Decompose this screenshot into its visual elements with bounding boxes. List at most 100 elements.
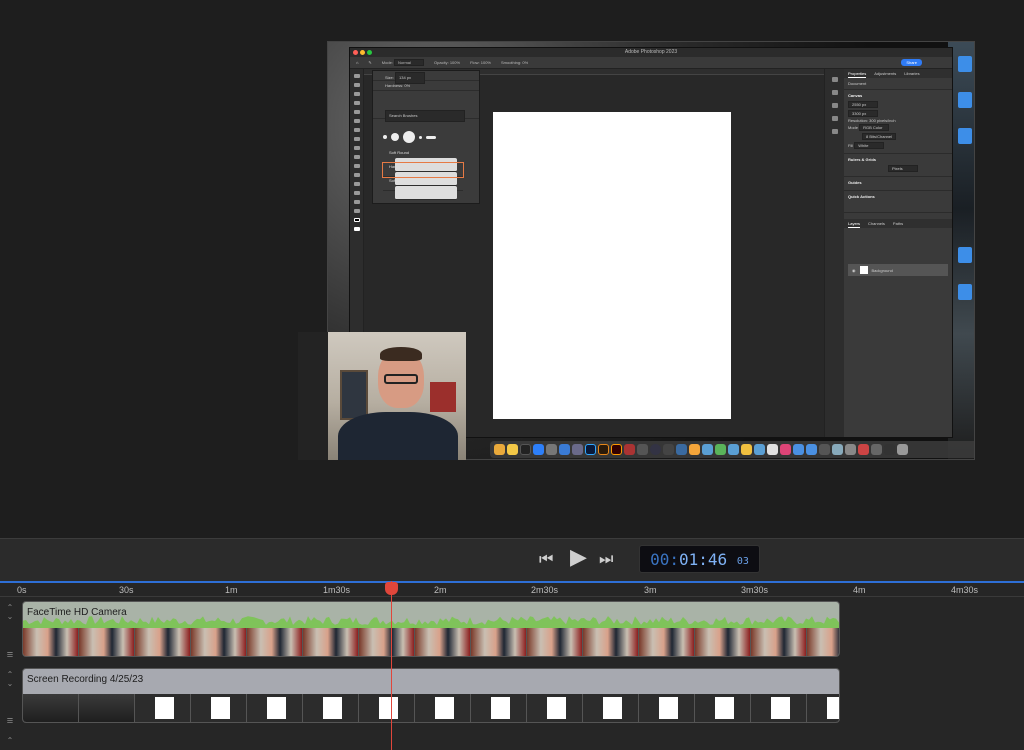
video-preview[interactable]: Adobe Photoshop 2023 ⌂ ✎ Mode: Normal Op… [0, 0, 1024, 538]
canvas-width-field[interactable]: 2550 px [848, 101, 878, 108]
app-icon[interactable] [806, 444, 817, 455]
playhead-line[interactable] [391, 581, 392, 750]
brush-item[interactable]: Soft Round [383, 149, 463, 172]
comments-icon[interactable] [831, 90, 838, 95]
tab-paths[interactable]: Paths [893, 219, 903, 228]
adjustments-icon[interactable] [831, 103, 838, 108]
brush-tip-icon[interactable] [426, 135, 436, 139]
zoom-window-icon[interactable] [367, 50, 372, 55]
trash-icon[interactable] [897, 444, 908, 455]
help-icon[interactable] [663, 444, 674, 455]
paragraph-icon[interactable] [831, 116, 838, 121]
app-icon[interactable] [559, 444, 570, 455]
healing-tool-icon[interactable] [353, 119, 360, 123]
flow-field[interactable]: 100% [481, 60, 491, 65]
app-icon[interactable] [572, 444, 583, 455]
app-icon[interactable] [871, 444, 882, 455]
app-icon[interactable] [819, 444, 830, 455]
app-icon[interactable] [767, 444, 778, 455]
app-icon[interactable] [780, 444, 791, 455]
brush-search-input[interactable]: Search Brushes [385, 110, 465, 122]
app-icon[interactable] [858, 444, 869, 455]
brush-tip-icon[interactable] [383, 135, 387, 139]
brush-tip-icon[interactable] [391, 133, 399, 141]
folder-icon[interactable] [728, 444, 739, 455]
bridge-app-icon[interactable] [598, 444, 609, 455]
hand-tool-icon[interactable] [353, 200, 360, 204]
app-icon[interactable] [832, 444, 843, 455]
character-icon[interactable] [831, 129, 838, 134]
tab-layers[interactable]: Layers [848, 219, 861, 228]
tab-properties[interactable]: Properties [848, 69, 867, 78]
move-tool-icon[interactable] [353, 74, 360, 78]
gradient-tool-icon[interactable] [353, 155, 360, 159]
screen-recording-clip[interactable]: Screen Recording 4/25/23 [22, 668, 840, 723]
fill-select[interactable]: White [854, 142, 885, 149]
app-icon[interactable] [624, 444, 635, 455]
track-1-reorder-handle[interactable]: ⌃ ⌄ [0, 603, 20, 621]
brush-item[interactable]: Soft Round Pres... [383, 177, 463, 200]
tab-channels[interactable]: Channels [868, 219, 885, 228]
folder-icon[interactable] [741, 444, 752, 455]
tab-libraries[interactable]: Libraries [904, 69, 919, 78]
share-button[interactable]: Share [901, 59, 922, 66]
track-2-reorder-handle[interactable]: ⌃ ⌄ [0, 670, 20, 688]
notes-app-icon[interactable] [507, 444, 518, 455]
layer-row[interactable]: ◉ Background [848, 264, 948, 276]
close-window-icon[interactable] [353, 50, 358, 55]
webcam-overlay[interactable] [298, 332, 466, 460]
folder-icon[interactable] [702, 444, 713, 455]
timeline[interactable]: 0s 30s 1m 1m30s 2m 2m30s 3m 3m30s 4m 4m3… [0, 581, 1024, 750]
type-tool-icon[interactable] [353, 173, 360, 177]
zoom-tool-icon[interactable] [353, 209, 360, 213]
app-icon[interactable] [793, 444, 804, 455]
crop-tool-icon[interactable] [353, 101, 360, 105]
photoshop-document-canvas[interactable] [493, 112, 731, 419]
folder-icon[interactable] [715, 444, 726, 455]
play-icon[interactable]: ▶ [570, 546, 587, 568]
app-store-icon[interactable] [533, 444, 544, 455]
eyedropper-tool-icon[interactable] [353, 110, 360, 114]
app-icon[interactable] [637, 444, 648, 455]
marquee-tool-icon[interactable] [353, 83, 360, 87]
rewind-icon[interactable]: ⏮ [539, 551, 553, 569]
illustrator-app-icon[interactable] [611, 444, 622, 455]
eraser-tool-icon[interactable] [353, 146, 360, 150]
minimize-window-icon[interactable] [360, 50, 365, 55]
app-icon[interactable] [884, 444, 895, 455]
opacity-field[interactable]: 100% [450, 60, 460, 65]
app-icon[interactable] [494, 444, 505, 455]
visibility-eye-icon[interactable]: ◉ [852, 268, 856, 273]
track-3-reorder-handle[interactable]: ⌃ [0, 736, 20, 745]
stamp-tool-icon[interactable] [353, 137, 360, 141]
timeline-ruler[interactable]: 0s 30s 1m 1m30s 2m 2m30s 3m 3m30s 4m 4m3… [0, 581, 1024, 597]
brush-tip-icon[interactable] [419, 135, 422, 139]
playhead-handle[interactable] [385, 582, 398, 595]
color-mode-select[interactable]: RGB Color [859, 124, 890, 131]
app-icon[interactable] [689, 444, 700, 455]
app-icon[interactable] [845, 444, 856, 455]
foreground-color-icon[interactable] [353, 218, 360, 222]
track-1-menu-icon[interactable]: ≡ [0, 649, 20, 661]
bit-depth-select[interactable]: 8 Bits/Channel [862, 133, 897, 140]
facetime-camera-clip[interactable]: FaceTime HD Camera [22, 601, 840, 657]
tab-adjustments[interactable]: Adjustments [874, 69, 896, 78]
brush-tool-icon[interactable] [353, 128, 360, 132]
app-icon[interactable] [676, 444, 687, 455]
brush-tool-icon[interactable]: ✎ [368, 60, 371, 65]
brush-hardness-field[interactable]: 0% [404, 83, 410, 88]
units-select[interactable]: Pixels [888, 165, 918, 172]
shape-tool-icon[interactable] [353, 191, 360, 195]
brush-item[interactable]: Hard Round [382, 162, 464, 186]
pen-tool-icon[interactable] [353, 164, 360, 168]
history-icon[interactable] [831, 77, 838, 82]
folder-icon[interactable] [754, 444, 765, 455]
brush-tip-icon[interactable] [403, 131, 415, 143]
apple-tv-app-icon[interactable] [520, 444, 531, 455]
smoothing-field[interactable]: 0% [522, 60, 528, 65]
photoshop-app-icon[interactable] [585, 444, 596, 455]
fast-forward-icon[interactable]: ⏭ [599, 551, 613, 569]
app-icon[interactable] [650, 444, 661, 455]
path-select-tool-icon[interactable] [353, 182, 360, 186]
system-settings-icon[interactable] [546, 444, 557, 455]
